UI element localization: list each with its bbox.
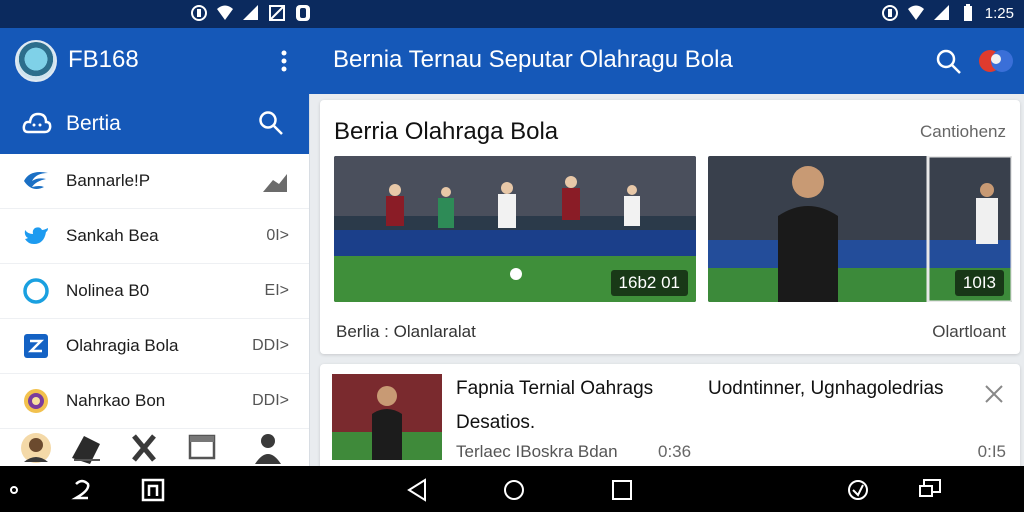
sidebar-item-trail: DDI> bbox=[252, 392, 289, 409]
sidebar-item-sankah-bea[interactable]: Sankah Bea 0I> bbox=[0, 209, 309, 264]
sidebar-header[interactable]: Bertia bbox=[0, 94, 309, 154]
sidebar-item-nahrkao-bon[interactable]: Nahrkao Bon DDI> bbox=[0, 374, 309, 429]
battery-icon bbox=[963, 4, 972, 21]
data-icon bbox=[881, 5, 898, 21]
dot-icon[interactable] bbox=[6, 478, 30, 502]
sidebar-item-label: Olahragia Bola bbox=[66, 336, 179, 355]
cloud-icon bbox=[22, 112, 52, 134]
sidebar-item-label: Sankah Bea bbox=[66, 226, 159, 245]
sidebar-header-label: Bertia bbox=[66, 112, 121, 135]
sidebar-item-label: Bannarle!P bbox=[66, 171, 151, 190]
sidebar-search-icon[interactable] bbox=[258, 110, 284, 136]
back-icon[interactable] bbox=[405, 478, 429, 502]
sidebar-item-bannarlep[interactable]: Bannarle!P bbox=[0, 154, 309, 209]
more-options-icon[interactable] bbox=[272, 48, 296, 74]
recents-icon[interactable] bbox=[610, 478, 634, 502]
news-thumbnail[interactable] bbox=[332, 374, 442, 460]
tools-icon[interactable] bbox=[128, 430, 160, 466]
sidebar-item-trail: DDI> bbox=[252, 337, 289, 354]
search-icon[interactable] bbox=[935, 48, 963, 76]
sidebar: Bertia Bannarle!P Sankah Bea 0I> Nolinea… bbox=[0, 94, 310, 466]
home-icon[interactable] bbox=[502, 478, 526, 502]
video-duration-badge: 10I3 bbox=[954, 270, 1004, 296]
status-left-icons bbox=[190, 4, 312, 22]
news-title-part-3: Desatios. bbox=[456, 412, 536, 433]
data-icon bbox=[191, 5, 207, 21]
trend-icon bbox=[263, 174, 287, 192]
window-icon[interactable] bbox=[186, 430, 218, 466]
sidebar-item-trail: EI> bbox=[264, 282, 289, 299]
card-caption-right[interactable]: Olartloant bbox=[932, 322, 1006, 342]
sidebar-item-olahragia-bola[interactable]: Olahragia Bola DDI> bbox=[0, 319, 309, 374]
news-time: 0:36 bbox=[658, 442, 692, 461]
news-title-part-2: Uodntinner, Ugnhagoledrias bbox=[708, 378, 944, 399]
wifi-icon bbox=[217, 5, 233, 20]
status-right-icons: 1:25 bbox=[881, 4, 1014, 22]
book-icon[interactable] bbox=[70, 430, 102, 466]
chat-icon[interactable] bbox=[918, 478, 942, 502]
app-name: FB168 bbox=[68, 46, 139, 73]
sidebar-item-label: Nolinea B0 bbox=[66, 281, 150, 300]
status-bar: 1:25 bbox=[0, 0, 1024, 28]
ring-icon bbox=[23, 278, 49, 304]
app-logo[interactable] bbox=[15, 40, 57, 82]
news-source: Terlaec IBoskra Bdan bbox=[456, 442, 618, 461]
news-card-featured[interactable]: Berria Olahraga Bola Cantiohenz 16b2 01 bbox=[320, 100, 1020, 354]
page-title: Bernia Ternau Seputar Olahragu Bola bbox=[333, 46, 733, 73]
person-icon[interactable] bbox=[252, 430, 284, 466]
circle-emblem-icon bbox=[24, 389, 48, 413]
card-title: Berria Olahraga Bola bbox=[334, 118, 559, 145]
signal-icon bbox=[933, 5, 949, 20]
no-signal-icon bbox=[269, 5, 285, 21]
square-logo-icon bbox=[24, 334, 48, 358]
app-drawer-icon[interactable] bbox=[141, 478, 165, 502]
assistant-icon[interactable] bbox=[70, 478, 94, 502]
bird-icon bbox=[24, 227, 48, 244]
wifi-icon bbox=[907, 5, 924, 20]
signal-icon bbox=[243, 5, 258, 20]
sidebar-item-trail: 0I> bbox=[266, 227, 289, 244]
profile-avatar-icon[interactable] bbox=[976, 44, 1016, 78]
sidebar-bottom-toolbar bbox=[0, 426, 310, 466]
sidebar-item-label: Nahrkao Bon bbox=[66, 391, 166, 410]
news-title-part-1: Fapnia Ternial Oahrags bbox=[456, 378, 654, 399]
player-thumbnail-image bbox=[332, 374, 442, 460]
news-duration: 0:I5 bbox=[977, 442, 1006, 461]
match-photo-1[interactable]: 16b2 01 bbox=[334, 156, 696, 302]
news-card-list-item[interactable]: Fapnia Ternial Oahrags Uodntinner, Ugnha… bbox=[320, 364, 1020, 474]
sidebar-item-nolinea[interactable]: Nolinea B0 EI> bbox=[0, 264, 309, 319]
wave-logo-icon bbox=[24, 172, 48, 189]
video-duration-badge: 16b2 01 bbox=[610, 270, 688, 296]
card-more-link[interactable]: Cantiohenz bbox=[920, 122, 1006, 142]
system-nav-bar bbox=[0, 466, 1024, 512]
rotate-icon[interactable] bbox=[846, 478, 870, 502]
status-time: 1:25 bbox=[984, 4, 1014, 22]
app-bar: FB168 Bernia Ternau Seputar Olahragu Bol… bbox=[0, 28, 1024, 94]
close-icon[interactable] bbox=[982, 382, 1006, 406]
match-photo-2[interactable]: 10I3 bbox=[708, 156, 1012, 302]
nfc-icon bbox=[296, 5, 310, 21]
user-avatar-icon[interactable] bbox=[20, 430, 52, 466]
card-caption-left: Berlia : Olanlaralat bbox=[336, 322, 476, 341]
main-content: Berria Olahraga Bola Cantiohenz 16b2 01 bbox=[310, 94, 1024, 474]
